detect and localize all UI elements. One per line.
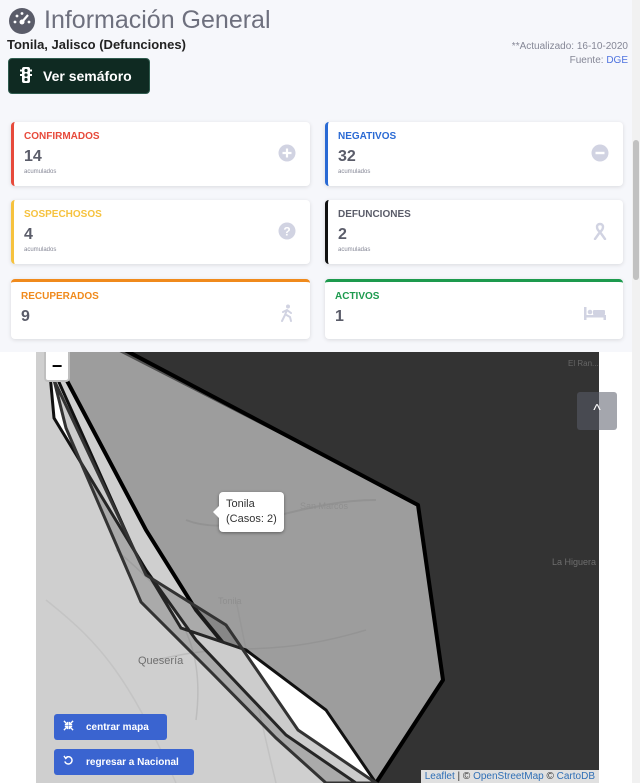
back-national-label: regresar a Nacional [86,756,179,768]
card-negativos-label: NEGATIVOS [338,131,397,142]
question-circle-icon: ? [278,222,296,240]
card-sospechosos: SOSPECHOSOS 4 acumulados ? [11,200,310,264]
place-queseria: Quesería [138,655,184,667]
card-sospechosos-value: 4 [24,226,33,243]
updated-date: **Actualizado: 16-10-2020 [511,41,628,52]
source-label: Fuente: DGE [570,55,628,66]
tooltip-municipio: Tonila [226,498,255,510]
place-la-higuera: La Higuera [552,557,596,567]
map-tooltip: Tonila (Casos: 2) [213,492,284,532]
scroll-top-button[interactable]: ^ [577,392,617,430]
card-negativos-sub: acumulados [338,169,371,175]
card-defunciones-label: DEFUNCIONES [338,209,411,220]
place-san-marcos: San Marcos [300,501,349,511]
svg-text:?: ? [283,224,290,238]
card-activos-label: ACTIVOS [335,291,380,302]
zoom-out-button[interactable]: − [46,352,68,380]
minus-circle-icon [591,144,609,162]
walking-icon [281,304,292,322]
info-panel: Información General Tonila, Jalisco (Def… [0,0,632,352]
compress-icon [54,720,82,734]
card-negativos: NEGATIVOS 32 acumulados [325,122,623,186]
card-confirmados-sub: acumulados [24,169,57,175]
card-defunciones-sub: acumuladas [338,247,371,253]
card-activos-value: 1 [335,308,344,325]
center-map-button[interactable]: centrar mapa [54,714,167,740]
dashboard-gauge-icon [9,7,35,34]
page-title: Información General [44,6,271,34]
place-tonila: Tonila [218,596,242,606]
page-scrollbar[interactable] [632,0,640,783]
plus-circle-icon [278,144,296,162]
card-confirmados-value: 14 [24,148,42,165]
card-defunciones-value: 2 [338,226,347,243]
source-prefix: Fuente: [569,55,604,66]
place-small-top: El Ran... [568,359,599,368]
card-activos: ACTIVOS 1 [325,279,623,339]
leaflet-map[interactable]: San Marcos Tonila Quesería La Higuera El… [36,340,599,783]
card-confirmados: CONFIRMADOS 14 acumulados [11,122,310,186]
card-negativos-value: 32 [338,148,356,165]
chevron-up-icon: ^ [593,402,601,419]
card-sospechosos-sub: acumulados [24,247,57,253]
traffic-light-icon [9,66,43,86]
card-recuperados: RECUPERADOS 9 [11,279,310,339]
undo-icon [54,755,82,769]
title-row: Información General [8,6,271,35]
osm-link[interactable]: OpenStreetMap [473,771,544,782]
attribution-sep: | © [454,771,474,782]
card-confirmados-label: CONFIRMADOS [24,131,100,142]
ver-semaforo-label: Ver semáforo [43,68,132,84]
scrollbar-thumb[interactable] [633,140,639,280]
tooltip-casos: (Casos: 2) [226,513,277,525]
cartodb-link[interactable]: CartoDB [557,771,595,782]
map-attribution: Leaflet | © OpenStreetMap © CartoDB [420,770,599,783]
bed-icon [584,307,606,320]
attribution-sep: © [543,771,557,782]
ribbon-icon [593,222,607,240]
center-map-label: centrar mapa [86,721,149,733]
card-recuperados-label: RECUPERADOS [21,291,99,302]
source-link[interactable]: DGE [606,55,628,66]
ver-semaforo-button[interactable]: Ver semáforo [8,58,150,94]
map-section: San Marcos Tonila Quesería La Higuera El… [20,340,620,783]
leaflet-link[interactable]: Leaflet [425,771,455,782]
card-recuperados-value: 9 [21,308,30,325]
card-defunciones: DEFUNCIONES 2 acumuladas [325,200,623,264]
back-national-button[interactable]: regresar a Nacional [54,749,194,775]
location-subtitle: Tonila, Jalisco (Defunciones) [7,37,186,52]
card-sospechosos-label: SOSPECHOSOS [24,209,102,220]
